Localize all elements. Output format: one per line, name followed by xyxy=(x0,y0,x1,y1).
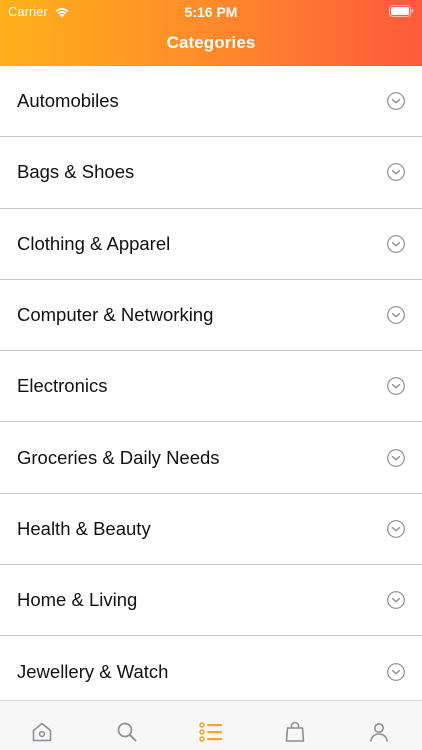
chevron-down-circle-icon xyxy=(387,234,405,253)
category-row-groceries-daily-needs[interactable]: Groceries & Daily Needs xyxy=(0,422,422,494)
category-row-health-beauty[interactable]: Health & Beauty xyxy=(0,494,422,566)
navigation-header: Carrier 5:16 PM Categories xyxy=(0,0,422,66)
category-row-jewellery-watch[interactable]: Jewellery & Watch xyxy=(0,636,422,700)
category-label: Computer & Networking xyxy=(17,304,214,326)
status-time: 5:16 PM xyxy=(184,4,238,20)
tab-search[interactable] xyxy=(114,719,140,745)
tab-bar xyxy=(0,700,422,750)
chevron-down-circle-icon xyxy=(387,163,405,182)
category-label: Jewellery & Watch xyxy=(17,661,169,683)
category-label: Clothing & Apparel xyxy=(17,232,171,254)
category-label: Electronics xyxy=(17,375,108,397)
category-label: Health & Beauty xyxy=(17,517,151,539)
category-label: Groceries & Daily Needs xyxy=(17,446,220,468)
tab-cart[interactable] xyxy=(282,719,308,745)
category-list: Automobiles Bags & Shoes Clothing & Appa… xyxy=(0,66,422,700)
page-title: Categories xyxy=(166,33,256,52)
category-row-clothing-apparel[interactable]: Clothing & Apparel xyxy=(0,209,422,280)
profile-icon xyxy=(370,723,388,742)
category-label: Bags & Shoes xyxy=(17,161,135,183)
category-row-bags-shoes[interactable]: Bags & Shoes xyxy=(0,137,422,209)
chevron-down-circle-icon xyxy=(387,448,405,467)
category-row-automobiles[interactable]: Automobiles xyxy=(0,66,422,138)
category-row-home-living[interactable]: Home & Living xyxy=(0,565,422,637)
chevron-down-circle-icon xyxy=(387,663,405,681)
home-icon xyxy=(32,722,52,742)
categories-list-icon xyxy=(199,722,222,742)
chevron-down-circle-icon xyxy=(387,306,405,324)
search-icon xyxy=(117,722,137,742)
category-row-electronics[interactable]: Electronics xyxy=(0,351,422,423)
category-label: Automobiles xyxy=(17,90,119,112)
category-label: Home & Living xyxy=(17,589,138,611)
tab-profile[interactable] xyxy=(366,719,392,745)
shopping-bag-icon xyxy=(285,721,305,742)
tab-categories[interactable] xyxy=(198,719,224,745)
chevron-down-circle-icon xyxy=(387,92,405,111)
chevron-down-circle-icon xyxy=(387,591,405,610)
battery-icon xyxy=(389,5,414,17)
chevron-down-circle-icon xyxy=(387,520,405,538)
chevron-down-circle-icon xyxy=(387,377,405,396)
tab-home[interactable] xyxy=(29,719,55,745)
status-bar: Carrier 5:16 PM xyxy=(0,0,422,24)
category-row-computer-networking[interactable]: Computer & Networking xyxy=(0,280,422,352)
